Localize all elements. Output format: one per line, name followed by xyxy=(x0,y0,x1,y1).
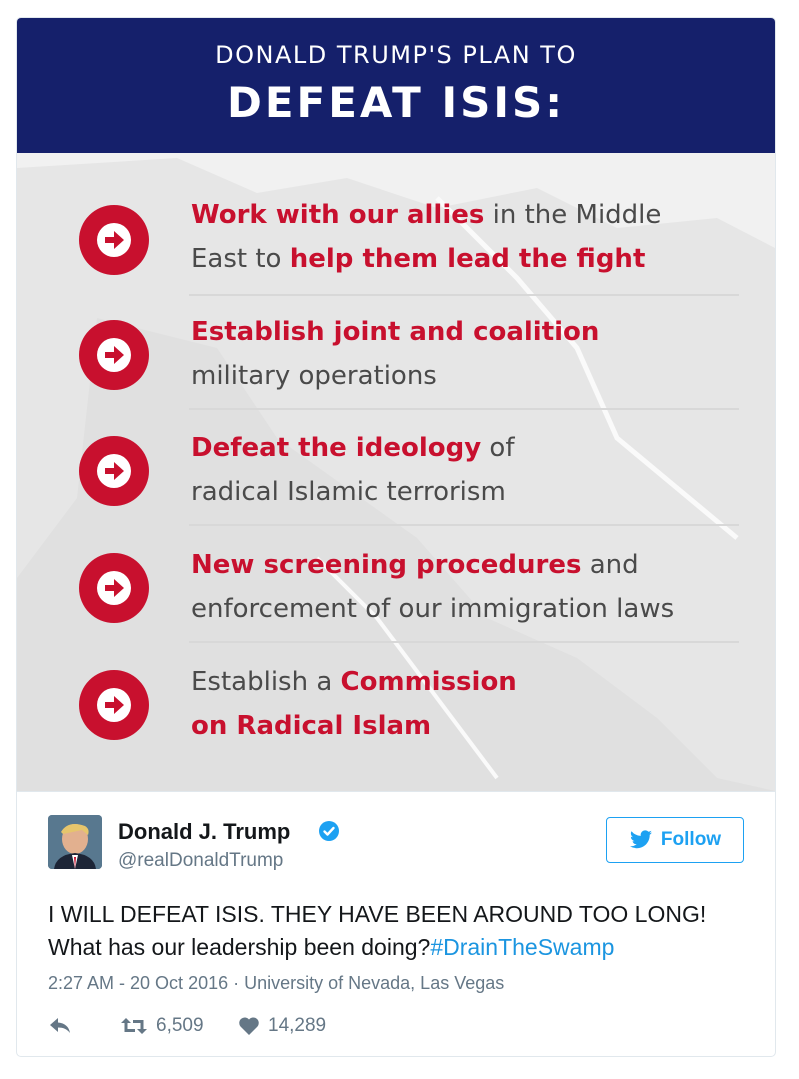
plan-item-segment: and xyxy=(581,550,639,580)
arrow-right-circle-icon xyxy=(79,670,149,740)
author-name[interactable]: Donald J. Trump xyxy=(118,819,290,845)
retweet-icon xyxy=(121,1018,147,1034)
arrow-right-circle-icon xyxy=(79,436,149,506)
plan-item-text: Establish a Commission on Radical Islam xyxy=(191,660,751,748)
plan-item-text: Establish joint and coalition military o… xyxy=(191,310,751,398)
reply-button[interactable] xyxy=(48,1015,72,1035)
location-link[interactable]: University of Nevada, Las Vegas xyxy=(244,973,504,993)
plan-item-segment: in the Middle xyxy=(484,200,662,230)
timestamp-link[interactable]: 2:27 AM - 20 Oct 2016 xyxy=(48,973,228,993)
plan-item-segment: radical Islamic terrorism xyxy=(191,477,506,507)
plan-item-segment: of xyxy=(481,433,515,463)
plan-item-text: Defeat the ideology of radical Islamic t… xyxy=(191,426,751,514)
author-handle[interactable]: @realDonaldTrump xyxy=(118,850,283,872)
divider xyxy=(189,294,739,296)
meta-separator: · xyxy=(228,973,245,993)
banner-subtitle: DONALD TRUMP'S PLAN TO xyxy=(215,41,577,69)
plan-item-segment: help them lead the fight xyxy=(289,244,646,274)
tweet-meta: 2:27 AM - 20 Oct 2016 · University of Ne… xyxy=(48,973,504,994)
divider xyxy=(189,641,739,643)
follow-label: Follow xyxy=(660,829,722,850)
tweet-card: DONALD TRUMP'S PLAN TO DEFEAT ISIS: Work… xyxy=(16,17,776,1057)
plan-item-line: Work with our allies in the Middle xyxy=(191,193,751,237)
plan-item-segment: New screening procedures xyxy=(191,550,582,580)
banner-title: DEFEAT ISIS: xyxy=(227,78,565,127)
like-count: 14,289 xyxy=(268,1015,327,1036)
plan-item-line: Defeat the ideology of xyxy=(191,426,751,470)
plan-item-line: enforcement of our immigration laws xyxy=(191,587,751,631)
arrow-right-circle-icon xyxy=(79,205,149,275)
plan-item-line: radical Islamic terrorism xyxy=(191,470,751,514)
divider xyxy=(189,408,739,410)
plan-item-segment: enforcement of our immigration laws xyxy=(191,594,675,624)
plan-item-line: Establish a Commission xyxy=(191,660,751,704)
plan-item-line: New screening procedures and xyxy=(191,543,751,587)
plan-item-line: military operations xyxy=(191,354,751,398)
plan-item-segment: Establish joint and coalition xyxy=(191,317,600,347)
retweet-count: 6,509 xyxy=(156,1015,204,1036)
plan-item-segment: Defeat the ideology xyxy=(191,433,482,463)
plan-item-segment: military operations xyxy=(191,361,437,391)
plan-item-segment: Establish a xyxy=(191,667,341,697)
reply-icon xyxy=(50,1018,70,1033)
plan-item-line: East to help them lead the fight xyxy=(191,237,751,281)
heart-icon xyxy=(239,1017,259,1035)
plan-item-segment: East to xyxy=(191,244,290,274)
plan-item-segment: Commission xyxy=(340,667,517,697)
divider xyxy=(189,524,739,526)
follow-button[interactable]: Follow xyxy=(606,817,744,863)
tweet-body: Donald J. Trump @realDonaldTrump Follow … xyxy=(17,791,775,1056)
verified-badge-icon xyxy=(319,821,339,841)
plan-item-segment: on Radical Islam xyxy=(191,711,432,741)
plan-item-segment: Work with our allies xyxy=(191,200,485,230)
arrow-right-circle-icon xyxy=(79,320,149,390)
header-banner: DONALD TRUMP'S PLAN TO DEFEAT ISIS: xyxy=(17,18,775,153)
like-button[interactable]: 14,289 xyxy=(238,1015,326,1037)
tweet-text: I WILL DEFEAT ISIS. THEY HAVE BEEN AROUN… xyxy=(48,898,748,964)
avatar[interactable] xyxy=(48,815,102,869)
tweet-media-image[interactable]: DONALD TRUMP'S PLAN TO DEFEAT ISIS: Work… xyxy=(17,18,775,791)
plan-item-line: on Radical Islam xyxy=(191,704,751,748)
arrow-right-circle-icon xyxy=(79,553,149,623)
hashtag-link[interactable]: #DrainTheSwamp xyxy=(430,934,614,960)
twitter-bird-icon xyxy=(629,830,652,849)
plan-item-line: Establish joint and coalition xyxy=(191,310,751,354)
plan-item-text: Work with our allies in the Middle East … xyxy=(191,193,751,281)
plan-item-text: New screening procedures and enforcement… xyxy=(191,543,751,631)
retweet-button[interactable]: 6,509 xyxy=(120,1015,204,1037)
